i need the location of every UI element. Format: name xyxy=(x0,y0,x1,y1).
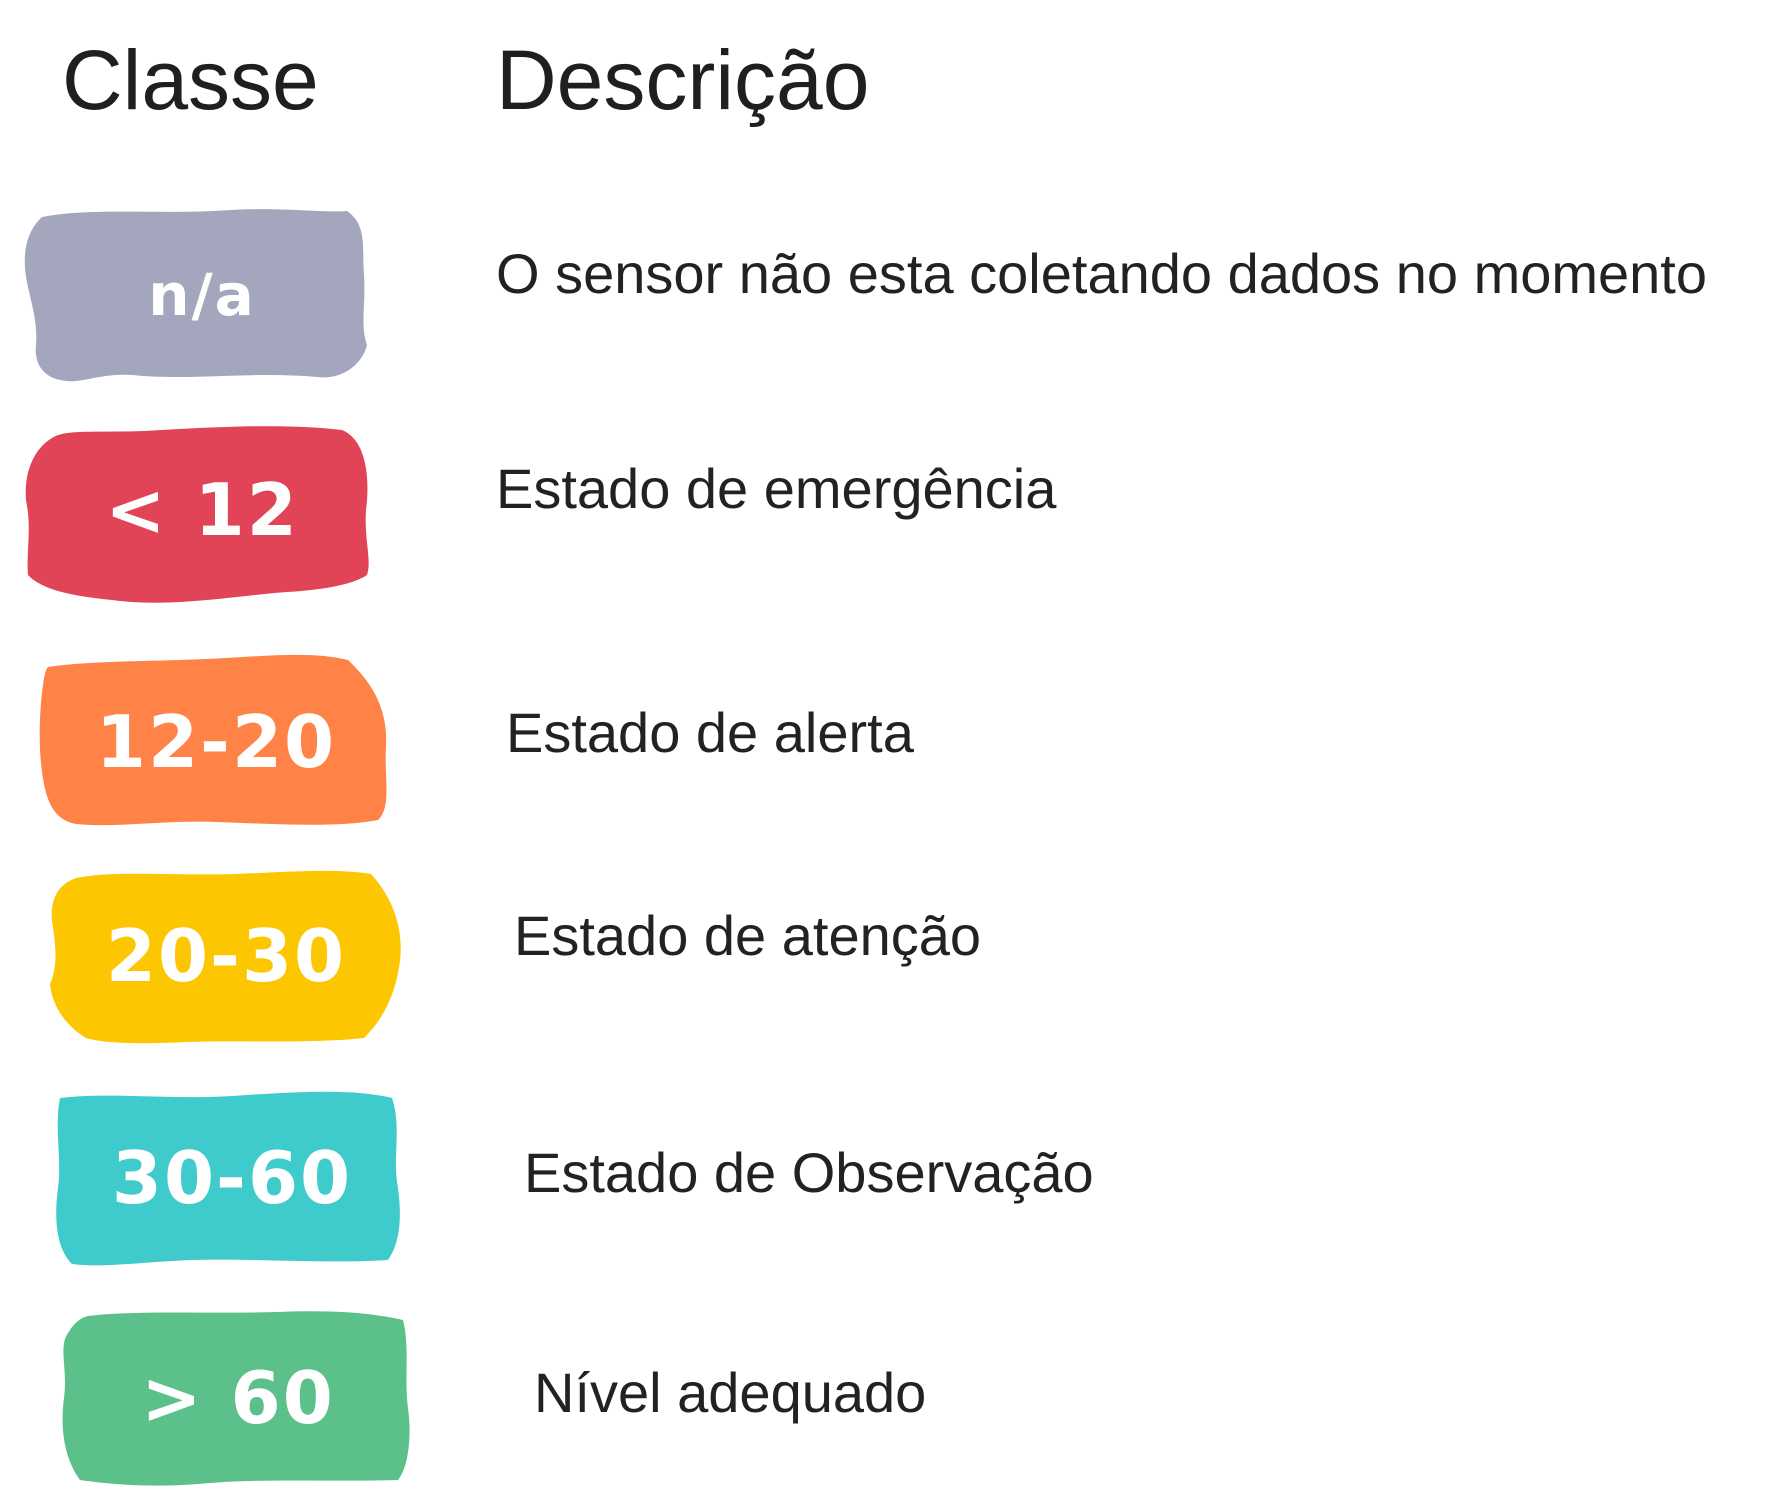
badge-label: 30-60 xyxy=(111,1136,353,1220)
badge-label: < 12 xyxy=(105,468,299,552)
description-20-30: Estado de atenção xyxy=(514,904,982,967)
description-12-20: Estado de alerta xyxy=(506,701,914,764)
class-badge-12-20: 12-20 xyxy=(36,652,396,832)
badge-label: n/a xyxy=(148,261,256,329)
column-header-class: Classe xyxy=(62,33,319,127)
class-badge-na: n/a xyxy=(22,205,382,385)
badge-label: 12-20 xyxy=(95,700,337,784)
description-30-60: Estado de Observação xyxy=(524,1141,1094,1204)
description-na: O sensor não esta coletando dados no mom… xyxy=(496,242,1707,305)
badge-label: > 60 xyxy=(141,1356,335,1440)
class-badge-gt-60: > 60 xyxy=(58,1308,418,1488)
description-gt-60: Nível adequado xyxy=(534,1361,927,1424)
class-badge-lt-12: < 12 xyxy=(22,420,382,603)
class-badge-30-60: 30-60 xyxy=(52,1088,412,1268)
description-lt-12: Estado de emergência xyxy=(496,457,1057,520)
class-badge-20-30: 20-30 xyxy=(46,866,406,1046)
column-header-description: Descrição xyxy=(496,33,870,127)
badge-label: 20-30 xyxy=(105,914,347,998)
